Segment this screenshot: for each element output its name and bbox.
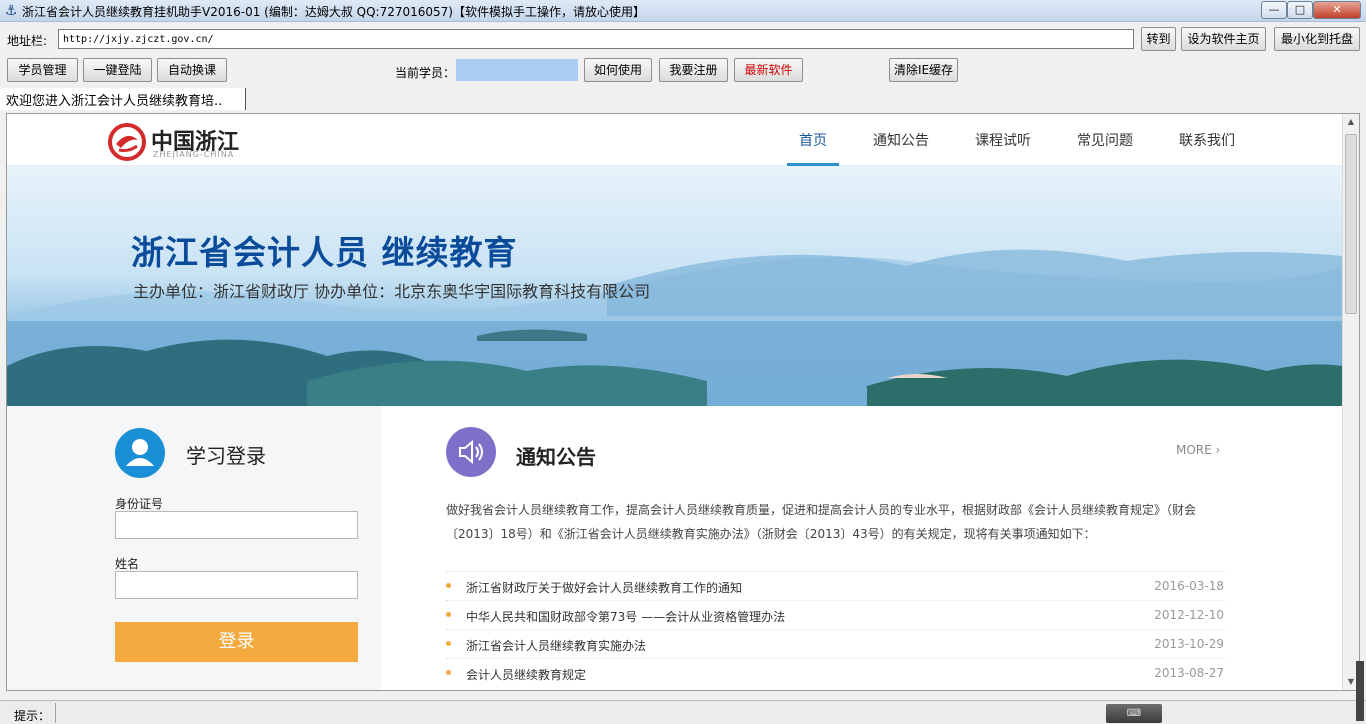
main-toolbar: 学员管理 一键登陆 自动换课 如何使用 我要注册 最新软件 清除IE缓存: [0, 56, 1366, 86]
address-label: 地址栏:: [7, 34, 48, 48]
user-icon: [115, 428, 165, 478]
window-titlebar: ⚓ 浙江省会计人员继续教育挂机助手V2016-01 (编制：达姆大叔 QQ:72…: [0, 0, 1366, 22]
hero-banner: 浙江省会计人员 继续教育 主办单位：浙江省财政厅 协办单位：北京东奥华宇国际教育…: [7, 166, 1343, 406]
main-content: 学习登录 身份证号 姓名 登录 通知公告 MORE › 做好我省会计人员继续教育…: [7, 406, 1343, 690]
scroll-thumb[interactable]: [1345, 134, 1357, 314]
list-item[interactable]: 浙江省会计人员继续教育实施办法 2013-10-29: [446, 629, 1226, 658]
bullet-icon: [446, 583, 451, 588]
logo-subtitle: ZHEJIANG-CHINA: [153, 150, 235, 159]
list-item[interactable]: 中华人民共和国财政部令第73号 ——会计从业资格管理办法 2012-12-10: [446, 600, 1226, 629]
how-to-use-button[interactable]: 如何使用: [584, 58, 652, 82]
maximize-button[interactable]: □: [1287, 1, 1313, 19]
login-panel: 学习登录 身份证号 姓名 登录: [85, 406, 381, 690]
notice-item-date: 2012-12-10: [1154, 608, 1224, 622]
bullet-icon: [446, 670, 451, 675]
url-input[interactable]: [58, 29, 1134, 49]
current-student-field[interactable]: [456, 59, 578, 81]
notice-item-title[interactable]: 浙江省会计人员继续教育实施办法: [466, 637, 646, 654]
bullet-icon: [446, 612, 451, 617]
banner-subtitle: 主办单位：浙江省财政厅 协办单位：北京东奥华宇国际教育科技有限公司: [133, 282, 651, 301]
login-title: 学习登录: [186, 444, 266, 468]
scroll-up-arrow-icon[interactable]: ▲: [1343, 114, 1359, 130]
web-browser-view: 中国浙江 ZHEJIANG-CHINA 首页 通知公告 课程试听 常见问题 联系…: [6, 113, 1360, 691]
clear-ie-cache-button[interactable]: 清除IE缓存: [889, 58, 958, 82]
latest-software-button[interactable]: 最新软件: [734, 58, 803, 82]
speaker-icon: [446, 427, 496, 477]
status-label: 提示：: [14, 709, 51, 723]
notice-panel: 通知公告 MORE › 做好我省会计人员继续教育工作，提高会计人员继续教育质量，…: [381, 406, 1343, 690]
nav-home[interactable]: 首页: [787, 114, 839, 166]
minimize-to-tray-button[interactable]: 最小化到托盘: [1274, 27, 1360, 51]
notice-item-date: 2013-10-29: [1154, 637, 1224, 651]
id-number-input[interactable]: [115, 511, 358, 539]
go-button[interactable]: 转到: [1141, 27, 1176, 51]
auto-switch-course-button[interactable]: 自动换课: [157, 58, 227, 82]
nav-faq[interactable]: 常见问题: [1065, 114, 1145, 166]
bullet-icon: [446, 641, 451, 646]
one-click-login-button[interactable]: 一键登陆: [83, 58, 152, 82]
nav-course-trial[interactable]: 课程试听: [963, 114, 1043, 166]
vertical-scrollbar[interactable]: ▲ ▼: [1342, 114, 1359, 690]
notice-title: 通知公告: [516, 445, 596, 469]
banner-title: 浙江省会计人员 继续教育: [131, 233, 518, 272]
site-nav: 首页 通知公告 课程试听 常见问题 联系我们: [765, 114, 1247, 166]
list-item[interactable]: 浙江省财政厅关于做好会计人员继续教育工作的通知 2016-03-18: [446, 571, 1226, 600]
site-header: 中国浙江 ZHEJIANG-CHINA 首页 通知公告 课程试听 常见问题 联系…: [7, 114, 1343, 166]
close-button[interactable]: ✕: [1313, 1, 1361, 19]
notice-intro: 做好我省会计人员继续教育工作，提高会计人员继续教育质量，促进和提高会计人员的专业…: [446, 503, 1197, 541]
site-logo[interactable]: 中国浙江 ZHEJIANG-CHINA: [107, 122, 247, 162]
current-student-label: 当前学员：: [395, 66, 456, 80]
zhejiang-logo-icon: [108, 123, 146, 161]
welcome-text: 欢迎您进入浙江会计人员继续教育培..: [0, 88, 246, 110]
status-bar: 提示： ⌨: [0, 661, 1366, 724]
id-number-label: 身份证号: [115, 497, 164, 511]
notice-item-title[interactable]: 会计人员继续教育规定: [466, 666, 586, 683]
notice-item-title[interactable]: 中华人民共和国财政部令第73号 ——会计从业资格管理办法: [466, 608, 785, 625]
register-button[interactable]: 我要注册: [659, 58, 728, 82]
notice-item-date: 2016-03-18: [1154, 579, 1224, 593]
notice-item-date: 2013-08-27: [1154, 666, 1224, 680]
window-title: 浙江省会计人员继续教育挂机助手V2016-01 (编制：达姆大叔 QQ:7270…: [22, 5, 645, 19]
keyboard-icon[interactable]: ⌨: [1106, 704, 1162, 723]
minimize-button[interactable]: —: [1261, 1, 1287, 19]
status-message: [55, 703, 1100, 723]
nav-contact[interactable]: 联系我们: [1167, 114, 1247, 166]
name-label: 姓名: [115, 557, 140, 571]
anchor-icon: ⚓: [4, 3, 18, 19]
login-button[interactable]: 登录: [115, 622, 358, 662]
resize-grip[interactable]: [1356, 661, 1364, 721]
address-bar: 地址栏: 转到 设为软件主页 最小化到托盘: [0, 24, 1366, 54]
set-home-button[interactable]: 设为软件主页: [1181, 27, 1266, 51]
notice-list: 浙江省财政厅关于做好会计人员继续教育工作的通知 2016-03-18 中华人民共…: [446, 571, 1226, 687]
name-input[interactable]: [115, 571, 358, 599]
nav-notices[interactable]: 通知公告: [861, 114, 941, 166]
notice-item-title[interactable]: 浙江省财政厅关于做好会计人员继续教育工作的通知: [466, 579, 742, 596]
student-management-button[interactable]: 学员管理: [7, 58, 78, 82]
more-link[interactable]: MORE ›: [1176, 443, 1220, 457]
list-item[interactable]: 会计人员继续教育规定 2013-08-27: [446, 658, 1226, 687]
